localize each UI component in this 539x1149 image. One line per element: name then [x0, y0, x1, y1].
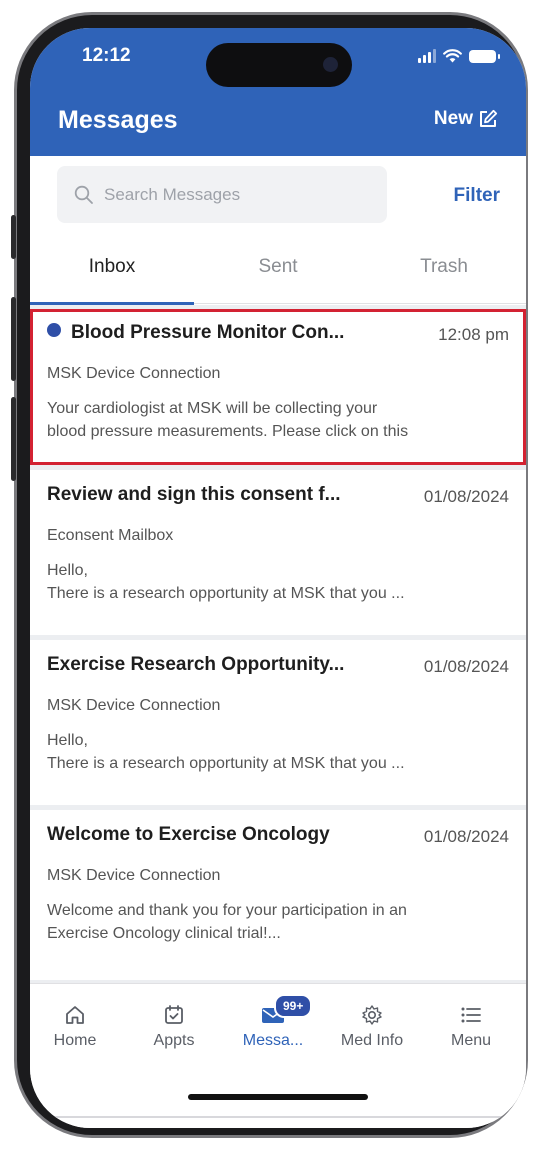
tabbar-label: Appts	[153, 1032, 195, 1049]
message-preview-line: There is a research opportunity at MSK t…	[47, 755, 405, 772]
message-item-selected[interactable]: Blood Pressure Monitor Con... 12:08 pm M…	[30, 309, 526, 465]
status-bar: 12:12	[30, 28, 526, 98]
new-message-button[interactable]: New	[434, 108, 498, 130]
message-title: Review and sign this consent f...	[47, 484, 341, 505]
tabbar-item-home[interactable]: Home	[30, 1002, 120, 1050]
message-date: 01/08/2024	[423, 657, 509, 676]
message-date: 01/08/2024	[423, 487, 509, 506]
filter-button[interactable]: Filter	[454, 185, 500, 207]
message-item[interactable]: Review and sign this consent f... 01/08/…	[30, 470, 526, 635]
message-date: 12:08 pm	[438, 325, 509, 344]
phone-screen: 12:12 Messages New Search Messages Filte…	[30, 28, 526, 1128]
home-icon	[66, 1006, 84, 1024]
tabbar-item-messages[interactable]: 99+ Messa...	[228, 994, 318, 1050]
bottom-tab-bar: Home Appts 99+ Messa... Med Info Menu	[30, 983, 526, 1128]
mailbox-tabs: Inbox Sent Trash	[30, 250, 526, 305]
message-preview-line: Your cardiologist at MSK will be collect…	[47, 400, 378, 417]
unread-dot-icon	[47, 323, 61, 337]
message-list: Blood Pressure Monitor Con... 12:08 pm M…	[30, 305, 526, 983]
message-title: Exercise Research Opportunity...	[47, 654, 345, 675]
message-preview-line: There is a research opportunity at MSK t…	[47, 585, 405, 602]
message-sender: MSK Device Connection	[47, 365, 221, 382]
unread-count-badge: 99+	[274, 994, 313, 1018]
tabbar-label: Messa...	[242, 1032, 304, 1049]
tabbar-label: Home	[53, 1032, 97, 1049]
message-title: Blood Pressure Monitor Con...	[47, 322, 344, 344]
tabbar-item-med-info[interactable]: Med Info	[327, 1002, 417, 1050]
search-icon	[74, 185, 93, 204]
camera-icon	[323, 57, 338, 72]
message-preview: Hello, There is a research opportunity a…	[47, 559, 512, 605]
message-sender: MSK Device Connection	[47, 697, 221, 714]
battery-icon	[469, 49, 500, 63]
side-button	[11, 215, 16, 259]
new-message-label: New	[433, 108, 473, 129]
volume-up-button	[11, 297, 16, 381]
message-preview-line: Hello,	[47, 562, 88, 579]
message-preview-line: blood pressure measurements. Please clic…	[47, 423, 409, 440]
volume-down-button	[11, 397, 16, 481]
tabbar-label: Menu	[450, 1032, 492, 1049]
message-sender: Econsent Mailbox	[47, 527, 174, 544]
screen-bottom-edge	[30, 1116, 526, 1118]
message-preview-line: Hello,	[47, 732, 88, 749]
status-icons	[418, 48, 500, 64]
home-indicator[interactable]	[188, 1094, 368, 1100]
message-title-text: Blood Pressure Monitor Con...	[71, 322, 345, 343]
signal-icon	[418, 49, 436, 63]
tab-trash[interactable]: Trash	[362, 256, 526, 278]
message-preview: Your cardiologist at MSK will be collect…	[47, 397, 512, 443]
app-header: 12:12 Messages New	[30, 28, 526, 156]
tab-sent[interactable]: Sent	[196, 256, 360, 278]
page-title: Messages	[58, 106, 178, 134]
message-preview-line: Welcome and thank you for your participa…	[47, 902, 407, 919]
tab-inbox[interactable]: Inbox	[30, 256, 194, 278]
calendar-icon	[165, 1005, 183, 1024]
message-title: Welcome to Exercise Oncology	[47, 824, 330, 845]
message-item[interactable]: Exercise Research Opportunity... 01/08/2…	[30, 640, 526, 805]
tabbar-item-menu[interactable]: Menu	[426, 1002, 516, 1050]
wifi-icon	[443, 49, 462, 63]
message-preview-line: Exercise Oncology clinical trial!...	[47, 925, 281, 942]
status-time: 12:12	[82, 45, 131, 66]
message-preview: Welcome and thank you for your participa…	[47, 899, 512, 945]
search-input[interactable]	[104, 184, 364, 205]
med-info-icon	[362, 1005, 382, 1025]
message-item[interactable]: Welcome to Exercise Oncology 01/08/2024 …	[30, 810, 526, 980]
tabbar-label: Med Info	[340, 1032, 404, 1049]
message-sender: MSK Device Connection	[47, 867, 221, 884]
message-preview: Hello, There is a research opportunity a…	[47, 729, 512, 775]
message-date: 01/08/2024	[423, 827, 509, 846]
search-row: Filter	[30, 156, 526, 236]
list-menu-icon	[461, 1007, 481, 1023]
compose-icon	[480, 109, 498, 127]
search-box[interactable]	[57, 166, 387, 223]
tabbar-item-appts[interactable]: Appts	[129, 1002, 219, 1050]
dynamic-island	[206, 43, 352, 87]
